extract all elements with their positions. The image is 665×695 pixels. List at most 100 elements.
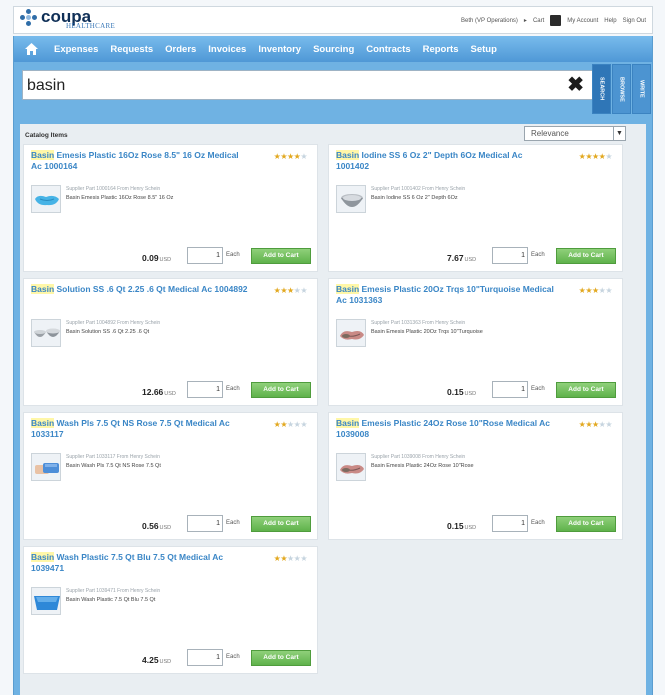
separator: ▸: [523, 18, 527, 24]
rating-stars: ★ ★ ★ ★ ★: [579, 152, 613, 161]
item-description: Basin Emesis Plastic 24Oz Rose 10"Rose: [371, 463, 474, 469]
catalog-item-card: Basin Wash Plastic 7.5 Qt Blu 7.5 Qt Med…: [23, 546, 318, 674]
item-title-link[interactable]: Basin Solution SS .6 Qt 2.25 .6 Qt Medic…: [31, 284, 251, 295]
search-highlight: Basin: [336, 418, 360, 428]
quantity-input[interactable]: 1: [187, 381, 223, 398]
product-thumbnail[interactable]: [31, 453, 61, 481]
add-to-cart-button[interactable]: Add to Cart: [251, 516, 311, 532]
item-title-text: Emesis Plastic 16Oz Rose 8.5" 16 Oz Medi…: [31, 150, 239, 171]
item-title-link[interactable]: Basin Wash Pls 7.5 Qt NS Rose 7.5 Qt Med…: [31, 418, 251, 440]
product-thumbnail[interactable]: [336, 319, 366, 347]
star-icon: ★: [585, 420, 592, 429]
item-title-link[interactable]: Basin Emesis Plastic 20Oz Trqs 10"Turquo…: [336, 284, 556, 306]
product-thumbnail[interactable]: [31, 185, 61, 213]
item-description: Basin Iodine SS 6 Oz 2" Depth 6Oz: [371, 195, 458, 201]
catalog-item-card: Basin Wash Pls 7.5 Qt NS Rose 7.5 Qt Med…: [23, 412, 318, 540]
cart-link[interactable]: Cart: [533, 18, 544, 24]
catalog-results: Catalog Items Relevance ▼ Basin Emesis P…: [20, 124, 646, 695]
cart-icon[interactable]: [550, 15, 562, 26]
nav-expenses[interactable]: Expenses: [54, 44, 98, 55]
price-value: 7.67: [447, 253, 464, 263]
item-description: Basin Emesis Plastic 16Oz Rose 8.5" 16 O…: [66, 195, 174, 201]
add-to-cart-button[interactable]: Add to Cart: [251, 382, 311, 398]
home-button[interactable]: [14, 36, 48, 62]
add-to-cart-button[interactable]: Add to Cart: [556, 248, 616, 264]
chevron-down-icon[interactable]: ▼: [613, 127, 625, 140]
product-thumbnail[interactable]: [336, 185, 366, 213]
close-icon[interactable]: ✖: [567, 74, 584, 96]
item-title-text: Emesis Plastic 20Oz Trqs 10"Turquoise Me…: [336, 284, 554, 305]
item-title-text: Wash Plastic 7.5 Qt Blu 7.5 Qt Medical A…: [31, 552, 224, 573]
currency: USD: [159, 525, 172, 531]
sort-select[interactable]: Relevance ▼: [524, 126, 626, 141]
rating-stars: ★ ★ ★ ★ ★: [274, 554, 308, 563]
add-to-cart-button[interactable]: Add to Cart: [251, 650, 311, 666]
add-to-cart-button[interactable]: Add to Cart: [556, 382, 616, 398]
rating-stars: ★ ★ ★ ★ ★: [578, 286, 613, 295]
item-title-text: Iodine SS 6 Oz 2" Depth 6Oz Medical Ac 1…: [336, 150, 523, 171]
star-icon: ★: [293, 152, 301, 161]
search-input[interactable]: [27, 76, 507, 96]
item-title-text: Solution SS .6 Qt 2.25 .6 Qt Medical Ac …: [54, 284, 248, 294]
product-thumbnail[interactable]: [31, 587, 61, 615]
results-header: Catalog Items Relevance ▼: [20, 124, 646, 144]
star-icon: ★: [300, 286, 307, 295]
star-icon: ★: [280, 286, 287, 295]
quantity-input[interactable]: 1: [187, 515, 223, 532]
nav-setup[interactable]: Setup: [471, 44, 497, 55]
item-title-link[interactable]: Basin Emesis Plastic 16Oz Rose 8.5" 16 O…: [31, 150, 251, 172]
item-price: 12.66USD: [142, 387, 176, 397]
nav-inventory[interactable]: Inventory: [258, 44, 301, 55]
main-nav: Expenses Requests Orders Invoices Invent…: [14, 36, 652, 62]
star-icon: ★: [273, 286, 281, 295]
sign-out-link[interactable]: Sign Out: [623, 18, 646, 24]
rating-stars: ★ ★ ★ ★ ★: [273, 286, 308, 295]
tab-browse[interactable]: BROWSE: [612, 64, 631, 114]
rating-stars: ★ ★ ★ ★ ★: [579, 420, 613, 429]
search-highlight: Basin: [31, 418, 55, 428]
my-account-link[interactable]: My Account: [567, 18, 598, 24]
quantity-input[interactable]: 1: [492, 247, 528, 264]
logo-subtitle: HEALTHCARE: [66, 22, 116, 30]
help-link[interactable]: Help: [604, 18, 616, 24]
currency: USD: [164, 391, 176, 397]
quantity-input[interactable]: 1: [187, 247, 223, 264]
nav-reports[interactable]: Reports: [423, 44, 459, 55]
side-tabs: SEARCH BROWSE WRITE: [592, 64, 651, 114]
app-frame: Expenses Requests Orders Invoices Invent…: [13, 36, 653, 695]
tab-write[interactable]: WRITE: [632, 64, 651, 114]
price-value: 0.09: [142, 253, 159, 263]
add-to-cart-button[interactable]: Add to Cart: [556, 516, 616, 532]
quantity-input[interactable]: 1: [492, 515, 528, 532]
star-icon: ★: [280, 554, 287, 563]
currency: USD: [159, 659, 172, 665]
item-title-link[interactable]: Basin Emesis Plastic 24Oz Rose 10"Rose M…: [336, 418, 556, 440]
star-icon: ★: [286, 554, 294, 563]
results-title: Catalog Items: [25, 132, 68, 139]
product-thumbnail[interactable]: [336, 453, 366, 481]
quantity-input[interactable]: 1: [187, 649, 223, 666]
user-context-link[interactable]: Beth (VP Operations): [461, 18, 518, 24]
supplier-part: Supplier Part 1039471 From Henry Schein: [66, 588, 161, 594]
logo-mark-icon: [20, 9, 38, 27]
star-icon: ★: [273, 420, 281, 429]
add-to-cart-button[interactable]: Add to Cart: [251, 248, 311, 264]
unit-of-measure: Each: [531, 386, 545, 392]
nav-contracts[interactable]: Contracts: [366, 44, 410, 55]
star-icon: ★: [280, 152, 287, 161]
item-title-link[interactable]: Basin Iodine SS 6 Oz 2" Depth 6Oz Medica…: [336, 150, 556, 172]
nav-orders[interactable]: Orders: [165, 44, 196, 55]
coupa-logo[interactable]: coupa HEALTHCARE: [20, 8, 115, 30]
nav-sourcing[interactable]: Sourcing: [313, 44, 354, 55]
nav-requests[interactable]: Requests: [110, 44, 153, 55]
star-icon: ★: [578, 286, 586, 295]
quantity-input[interactable]: 1: [492, 381, 528, 398]
nav-invoices[interactable]: Invoices: [208, 44, 246, 55]
item-price: 7.67USD: [447, 253, 476, 263]
product-thumbnail[interactable]: [31, 319, 61, 347]
item-title-link[interactable]: Basin Wash Plastic 7.5 Qt Blu 7.5 Qt Med…: [31, 552, 251, 574]
unit-of-measure: Each: [226, 520, 240, 526]
tab-search[interactable]: SEARCH: [592, 64, 611, 114]
catalog-item-card: Basin Emesis Plastic 16Oz Rose 8.5" 16 O…: [23, 144, 318, 272]
star-icon: ★: [286, 286, 294, 295]
